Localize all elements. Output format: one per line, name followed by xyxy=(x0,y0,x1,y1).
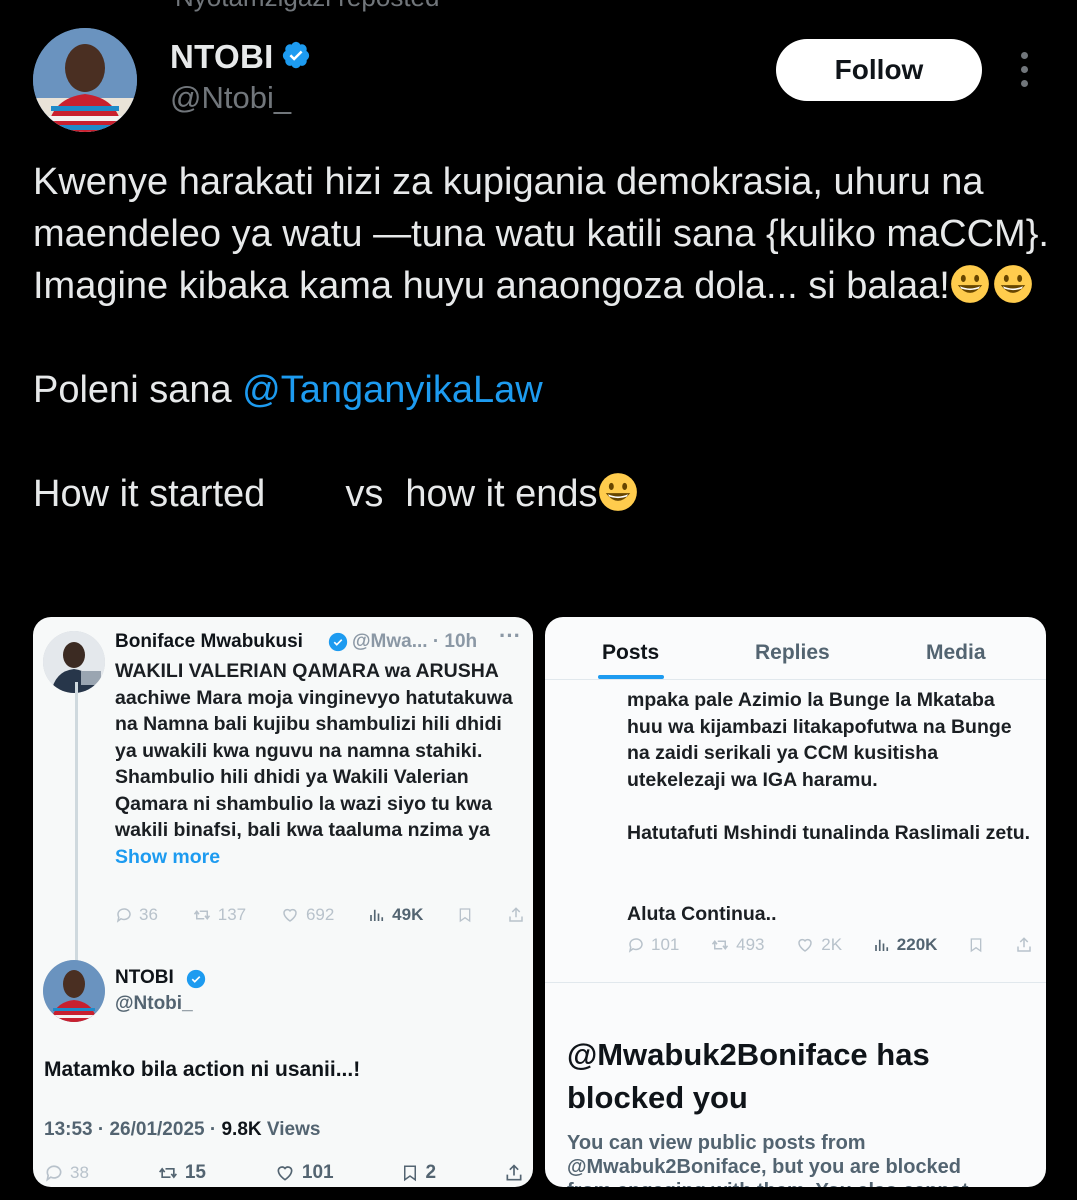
author-name[interactable]: NTOBI xyxy=(170,38,274,76)
boniface-name: Boniface Mwabukusi xyxy=(115,631,303,652)
bookmark-action[interactable]: 2 xyxy=(401,1162,436,1184)
reply-icon xyxy=(116,908,131,923)
show-more-link[interactable]: Show more xyxy=(115,846,220,868)
ntobi-name: NTOBI xyxy=(115,967,174,988)
repost-action[interactable]: 493 xyxy=(710,935,765,955)
reply-timestamp: 13:53 · 26/01/2025 · 9.8K Views xyxy=(44,1119,321,1140)
share-action[interactable] xyxy=(1015,935,1033,955)
bookmark-action[interactable] xyxy=(457,905,473,925)
share-icon xyxy=(506,1164,522,1181)
share-icon xyxy=(1017,937,1031,952)
tweet-body: Kwenye harakati hizi za kupigania demokr… xyxy=(33,161,1049,307)
share-action[interactable] xyxy=(504,1162,524,1184)
like-action[interactable]: 692 xyxy=(280,905,334,925)
share-action[interactable] xyxy=(507,905,525,925)
views-action[interactable]: 220K xyxy=(873,935,937,955)
repost-action[interactable]: 137 xyxy=(192,905,246,925)
follow-button[interactable]: Follow xyxy=(776,39,982,101)
bookmark-icon xyxy=(970,938,982,953)
verified-badge-icon xyxy=(186,969,206,989)
section-divider xyxy=(545,982,1046,983)
thread-line xyxy=(75,682,78,972)
reply-action[interactable]: 36 xyxy=(115,905,158,925)
author-handle[interactable]: @Ntobi_ xyxy=(170,80,291,116)
ntobi-handle: @Ntobi_ xyxy=(115,993,193,1014)
profile-post-text: mpaka pale Azimio la Bunge la Mkataba hu… xyxy=(627,689,1012,791)
like-action[interactable]: 101 xyxy=(274,1162,334,1184)
reply-actions: 38 15 101 2 xyxy=(44,1162,524,1184)
profile-post-text-2: Hatutafuti Mshindi tunalinda Raslimali z… xyxy=(627,822,1031,844)
bookmark-icon xyxy=(459,908,471,923)
blocked-title: @Mwabuk2Boniface has blocked you xyxy=(567,1037,930,1115)
repost-icon xyxy=(158,1167,177,1179)
reply-action[interactable]: 38 xyxy=(44,1162,89,1184)
tabs-divider xyxy=(545,679,1046,680)
caption-start: How it started xyxy=(33,473,266,515)
mention-link[interactable]: @TanganyikaLaw xyxy=(242,369,543,411)
blocked-text: You can view public posts from @Mwabuk2B… xyxy=(567,1132,969,1187)
reply-text: Matamko bila action ni usanii...! xyxy=(44,1058,361,1081)
repost-action[interactable]: 15 xyxy=(157,1162,206,1184)
heart-icon xyxy=(283,908,297,922)
caption-vs: vs xyxy=(345,473,384,515)
screenshot-left[interactable]: Boniface Mwabukusi @Mwa... · 10h ··· WAK… xyxy=(33,617,533,1187)
grinning-face-icon xyxy=(950,265,989,303)
grinning-face-icon xyxy=(598,473,637,511)
caption-end: how it ends xyxy=(405,473,598,515)
repost-indicator: Nyotamzigazi reposted xyxy=(175,0,439,13)
reply-action[interactable]: 101 xyxy=(627,935,679,955)
post-actions: 36 137 692 49K xyxy=(115,905,525,925)
reply-icon xyxy=(46,1165,62,1182)
post-more-icon: ··· xyxy=(499,623,521,648)
heart-icon xyxy=(277,1166,293,1181)
screenshot-right[interactable]: Posts Replies Media mpaka pale Azimio la… xyxy=(545,617,1046,1187)
profile-post-actions: 101 493 2K 220K xyxy=(627,935,1033,955)
reply-icon xyxy=(628,938,643,953)
tab-media[interactable]: Media xyxy=(926,641,986,665)
views-action[interactable]: 49K xyxy=(368,905,423,925)
heart-icon xyxy=(798,938,813,952)
tab-replies[interactable]: Replies xyxy=(755,641,830,665)
share-icon xyxy=(509,907,523,922)
like-action[interactable]: 2K xyxy=(795,935,842,955)
verified-badge-icon xyxy=(282,41,310,69)
more-options-icon[interactable] xyxy=(1012,52,1036,92)
post-body: WAKILI VALERIAN QAMARA wa ARUSHA aachiwe… xyxy=(115,660,513,841)
author-avatar[interactable] xyxy=(33,28,137,132)
ntobi-avatar xyxy=(43,960,105,1022)
views-icon xyxy=(370,909,384,921)
repost-icon xyxy=(712,940,729,950)
views-icon xyxy=(874,939,888,951)
boniface-avatar xyxy=(43,631,105,693)
repost-icon xyxy=(193,910,210,920)
boniface-post-text: WAKILI VALERIAN QAMARA wa ARUSHA aachiwe… xyxy=(115,658,520,870)
boniface-handle: @Mwa... · 10h xyxy=(352,631,478,652)
verified-badge-icon xyxy=(328,632,348,652)
profile-post-text-3: Aluta Continua.. xyxy=(627,903,777,925)
bookmark-icon xyxy=(404,1165,417,1182)
tweet-text: Kwenye harakati hizi za kupigania demokr… xyxy=(33,156,1053,520)
tab-posts[interactable]: Posts xyxy=(602,641,659,665)
greeting-text: Poleni sana xyxy=(33,369,243,411)
bookmark-action[interactable] xyxy=(968,935,984,955)
grinning-face-icon xyxy=(993,265,1032,303)
